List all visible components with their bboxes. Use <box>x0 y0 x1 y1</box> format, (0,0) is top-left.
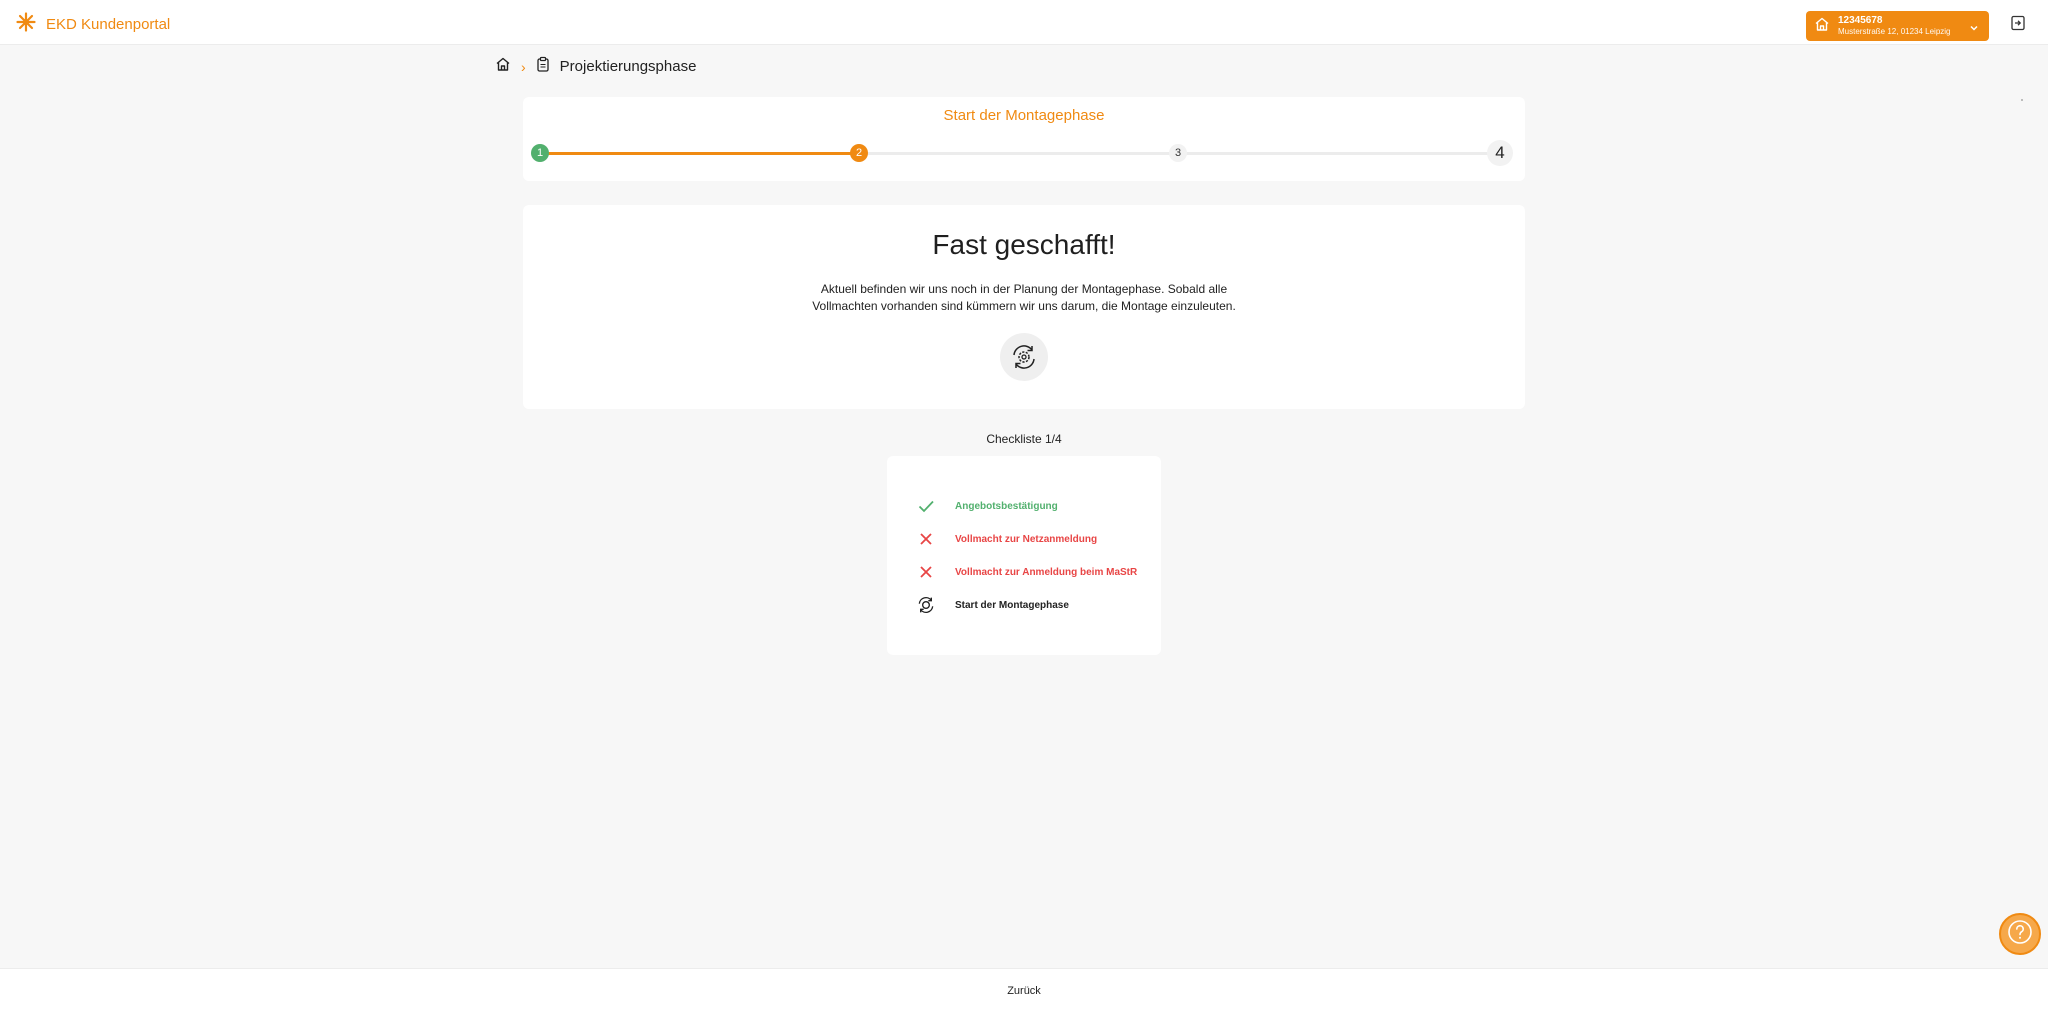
status-card: Fast geschafft! Aktuell befinden wir uns… <box>523 205 1525 409</box>
list-item: Angebotsbestätigung <box>916 496 1058 516</box>
phase-stepper: Start der Montagephase 1 2 3 4 <box>523 97 1525 181</box>
checklist-item-label: Start der Montagephase <box>955 599 1069 611</box>
chevron-right-icon: › <box>521 58 526 75</box>
breadcrumb: › Projektierungsphase <box>495 56 696 77</box>
brand-logo[interactable]: EKD Kundenportal <box>16 12 170 37</box>
back-button[interactable]: Zurück <box>0 985 2048 997</box>
step-3[interactable]: 3 <box>1169 144 1187 162</box>
status-description-line-2: Vollmachten vorhanden sind kümmern wir u… <box>812 299 1236 313</box>
checklist-heading: Checkliste 1/4 <box>986 432 1062 446</box>
status-description-line-1: Aktuell befinden wir uns noch in der Pla… <box>820 282 1228 296</box>
gear-refresh-icon <box>1000 333 1048 381</box>
step-4[interactable]: 4 <box>1487 140 1513 166</box>
clipboard-icon <box>536 56 550 77</box>
brand-name: EKD Kundenportal <box>46 16 171 33</box>
close-icon <box>916 529 936 549</box>
gear-refresh-icon <box>916 595 936 615</box>
step-2[interactable]: 2 <box>850 144 868 162</box>
home-icon[interactable] <box>495 56 511 77</box>
decorative-dot <box>2021 99 2023 101</box>
list-item: Start der Montagephase <box>916 595 1069 615</box>
sun-icon <box>16 12 36 37</box>
footer-bar: Zurück <box>0 968 2048 1019</box>
list-item: Vollmacht zur Netzanmeldung <box>916 529 1097 549</box>
checklist-item-label: Angebotsbestätigung <box>955 500 1058 512</box>
logout-icon[interactable] <box>2009 14 2027 32</box>
breadcrumb-current-page: Projektierungsphase <box>559 58 697 75</box>
account-selector-button[interactable]: 12345678 Musterstraße 12, 01234 Leipzig <box>1806 11 1989 41</box>
status-description: Aktuell befinden wir uns noch in der Pla… <box>523 281 1525 315</box>
stepper-track <box>539 152 1509 155</box>
stepper-title: Start der Montagephase <box>943 107 1105 124</box>
status-title: Fast geschafft! <box>932 229 1116 260</box>
top-header: EKD Kundenportal 12345678 Musterstraße 1… <box>0 0 2048 45</box>
step-1[interactable]: 1 <box>531 144 549 162</box>
list-item: Vollmacht zur Anmeldung beim MaStR <box>916 562 1137 582</box>
checkmark-icon <box>916 496 936 516</box>
checklist-item-label: Vollmacht zur Anmeldung beim MaStR <box>955 566 1138 578</box>
close-icon <box>916 562 936 582</box>
stepper-progress <box>539 152 859 155</box>
chevron-down-icon <box>1969 20 1979 38</box>
account-address: Musterstraße 12, 01234 Leipzig <box>1838 27 1951 36</box>
question-icon <box>2007 919 2033 950</box>
help-button[interactable] <box>1999 913 2041 955</box>
checklist-card: Angebotsbestätigung Vollmacht zur Netzan… <box>887 456 1161 655</box>
account-number: 12345678 <box>1838 15 1883 26</box>
checklist-item-label: Vollmacht zur Netzanmeldung <box>955 533 1098 545</box>
house-icon <box>1814 16 1830 37</box>
